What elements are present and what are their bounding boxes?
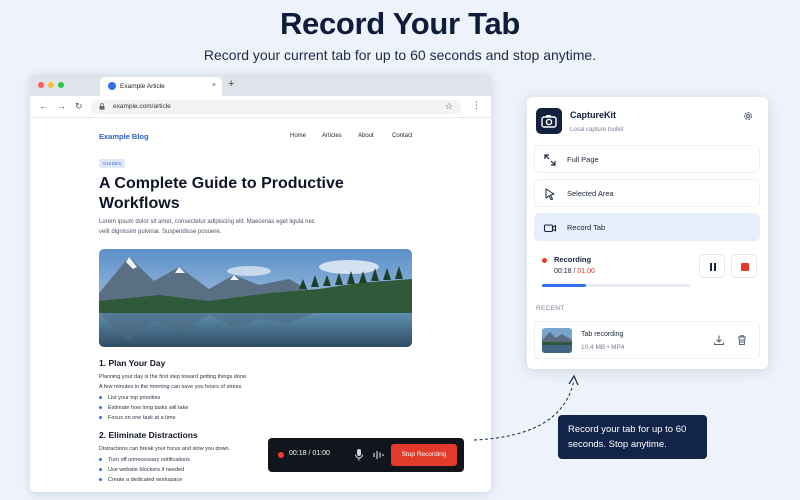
article-page: Example Blog Home Articles About Contact… — [30, 118, 491, 492]
browser-window: Example Article × + ← → ↻ example.com/ar… — [30, 74, 491, 492]
recent-item-meta: 10.4 MB • MP4 — [581, 344, 625, 351]
pause-icon — [710, 263, 716, 271]
article-title: A Complete Guide to Productive Workflows — [99, 175, 344, 212]
mode-label: Full Page — [567, 155, 599, 164]
app-name: CaptureKit — [570, 110, 617, 120]
list-item: Focus on one task at a time — [99, 415, 176, 421]
download-icon[interactable] — [713, 334, 725, 346]
app-tagline: Local capture toolkit — [570, 127, 624, 133]
section-heading-1: 1. Plan Your Day — [99, 358, 166, 368]
section-heading-2: 2. Eliminate Distractions — [99, 430, 198, 440]
tab-close-icon[interactable]: × — [212, 82, 216, 89]
reload-icon[interactable]: ↻ — [75, 101, 83, 112]
article-intro: Lorem ipsum dolor sit amet, consectetur … — [99, 219, 315, 235]
close-window-dot[interactable] — [38, 82, 44, 88]
list-item: Estimate how long tasks will take — [99, 405, 188, 411]
minimize-window-dot[interactable] — [48, 82, 54, 88]
floating-record-bar: 00:18 / 01:00 Stop Recording — [268, 438, 464, 472]
nav-link-articles[interactable]: Articles — [322, 133, 342, 139]
mode-selected-area[interactable]: Selected Area — [534, 179, 760, 207]
landscape-image — [99, 249, 412, 347]
gear-icon[interactable] — [742, 110, 754, 122]
url-text: example.com/article — [113, 103, 171, 110]
recent-recording-item[interactable]: Tab recording 10.4 MB • MP4 — [534, 321, 760, 359]
recent-item-title: Tab recording — [581, 331, 624, 338]
pause-button[interactable] — [699, 254, 725, 278]
back-icon[interactable]: ← — [39, 101, 48, 111]
lock-icon — [99, 103, 105, 110]
browser-tabbar: Example Article × + — [30, 74, 491, 96]
category-badge: GUIDES — [99, 159, 126, 168]
nav-link-home[interactable]: Home — [290, 133, 306, 139]
mode-label: Selected Area — [567, 189, 614, 198]
recording-dot-icon — [542, 258, 547, 263]
mode-record-tab[interactable]: Record Tab — [534, 213, 760, 241]
stop-recording-button[interactable]: Stop Recording — [391, 444, 457, 466]
microphone-icon[interactable] — [354, 448, 364, 462]
browser-menu-icon[interactable]: ⋮ — [472, 100, 481, 111]
elapsed-time: 00:18 — [554, 268, 572, 275]
record-timer: 00:18 / 01:00 — [289, 450, 330, 457]
url-field[interactable]: example.com/article ☆ — [91, 100, 461, 114]
cursor-icon — [545, 188, 555, 201]
new-tab-icon[interactable]: + — [228, 78, 234, 90]
bookmark-star-icon[interactable]: ☆ — [445, 101, 453, 112]
recording-status: Recording 00:18 / 01:00 — [534, 248, 760, 290]
maximize-window-dot[interactable] — [58, 82, 64, 88]
address-bar: ← → ↻ example.com/article ☆ ⋮ — [30, 96, 491, 118]
section-1-text-1: Planning your day is the first step towa… — [99, 374, 248, 380]
browser-tab[interactable]: Example Article × — [100, 77, 222, 96]
nav-link-contact[interactable]: Contact — [392, 133, 413, 139]
list-item: Turn off unnecessary notifications — [99, 457, 190, 463]
mode-full-page[interactable]: Full Page — [534, 145, 760, 173]
recording-progress-bar — [542, 284, 690, 287]
total-time: 01:00 — [577, 268, 595, 275]
hero-subtitle: Record your current tab for up to 60 sec… — [203, 47, 597, 63]
recording-label: Recording — [554, 255, 592, 264]
forward-icon[interactable]: → — [57, 101, 66, 111]
favicon-icon — [108, 82, 116, 90]
recording-progress-fill — [542, 284, 587, 287]
stop-button[interactable] — [731, 254, 757, 278]
recent-label: RECENT — [536, 305, 565, 312]
video-camera-icon — [543, 224, 557, 233]
callout-tooltip: Record your tab for up to 60 seconds. St… — [558, 415, 707, 459]
list-item: List your top priorities — [99, 395, 160, 401]
blog-logo[interactable]: Example Blog — [99, 132, 149, 141]
stop-square-icon — [741, 263, 749, 271]
mode-label: Record Tab — [567, 223, 606, 232]
recording-timer: 00:18 / 01:00 — [554, 268, 595, 275]
expand-icon — [544, 154, 556, 166]
trash-icon[interactable] — [736, 334, 748, 346]
recording-indicator-icon — [278, 452, 284, 458]
capturekit-panel: CaptureKit Local capture toolkit Full Pa… — [527, 97, 768, 369]
section-1-text-2: A few minutes in the morning can save yo… — [99, 384, 243, 390]
list-item: Create a dedicated workspace — [99, 477, 182, 483]
nav-link-about[interactable]: About — [358, 133, 374, 139]
list-item: Use website blockers if needed — [99, 467, 184, 473]
hero-title: Record Your Tab — [279, 6, 521, 41]
audio-wave-icon[interactable] — [372, 449, 384, 461]
recording-thumbnail — [542, 328, 572, 353]
camera-app-icon — [536, 108, 562, 134]
tab-title: Example Article — [120, 83, 165, 90]
